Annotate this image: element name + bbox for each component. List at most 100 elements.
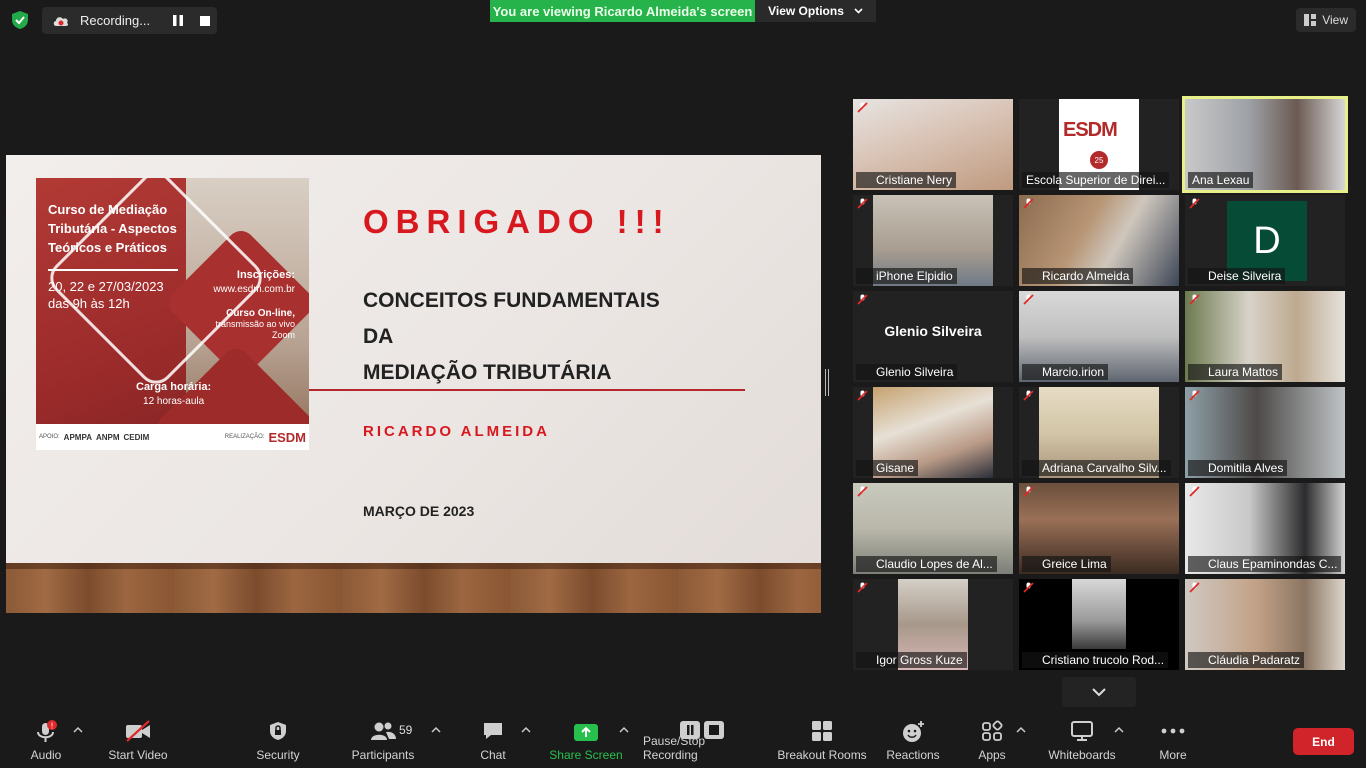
wood-floor-decoration <box>6 563 821 613</box>
participant-name: Igor Gross Kuze <box>856 652 967 668</box>
participant-tile[interactable]: Cristiane Nery <box>853 99 1013 190</box>
muted-mic-icon <box>1023 294 1034 305</box>
breakout-rooms-icon <box>812 721 832 741</box>
participant-tile[interactable]: D Deise Silveira <box>1185 195 1345 286</box>
anniversary-badge: 25 <box>1090 151 1108 169</box>
muted-mic-icon <box>1023 390 1034 401</box>
start-video-label: Start Video <box>108 748 168 762</box>
reactions-button[interactable]: Reactions <box>884 714 942 768</box>
pause-stop-recording-button[interactable]: Pause/Stop Recording <box>643 714 763 768</box>
whiteboards-button[interactable]: Whiteboards <box>1045 714 1119 768</box>
participant-name: Cristiane Nery <box>856 172 957 188</box>
poster-footer: APOIO: APMPA ANPM CEDIM REALIZAÇÃO: ESDM <box>36 424 309 450</box>
participant-tile[interactable]: Greice Lima <box>1019 483 1179 574</box>
shared-screen-slide: Curso de Mediação Tributária - Aspectos … <box>6 155 821 613</box>
participant-name: Cláudia Padaratz <box>1188 652 1305 668</box>
svg-text:!: ! <box>50 722 53 731</box>
participant-name: Laura Mattos <box>1188 364 1283 380</box>
participant-tile[interactable]: Cristiano trucolo Rod... <box>1019 579 1179 670</box>
security-button[interactable]: Security <box>250 714 306 768</box>
participant-tile[interactable]: Domitila Alves <box>1185 387 1345 478</box>
participant-name: Ana Lexau <box>1188 172 1254 188</box>
end-meeting-button[interactable]: End <box>1293 728 1354 755</box>
apps-button[interactable]: Apps <box>973 714 1011 768</box>
participant-tile[interactable]: Claudio Lopes de Al... <box>853 483 1013 574</box>
participant-name: Marcio.irion <box>1022 364 1109 380</box>
participant-tile[interactable]: iPhone Elpidio <box>853 195 1013 286</box>
participant-name: Deise Silveira <box>1188 268 1286 284</box>
participant-tile[interactable]: Cláudia Padaratz <box>1185 579 1345 670</box>
viewing-screen-label: You are viewing Ricardo Almeida's screen <box>490 0 755 22</box>
breakout-rooms-button[interactable]: Breakout Rooms <box>776 714 868 768</box>
participant-name: Glenio Silveira <box>856 364 958 380</box>
participant-name: Gisane <box>856 460 919 476</box>
course-poster: Curso de Mediação Tributária - Aspectos … <box>36 178 309 450</box>
slide-title-line2: DA <box>363 325 394 348</box>
participant-tile[interactable]: Gisane <box>853 387 1013 478</box>
muted-mic-icon <box>1189 294 1200 305</box>
chevron-down-icon <box>1092 688 1106 697</box>
participant-name: Domitila Alves <box>1188 460 1288 476</box>
share-screen-icon <box>574 724 598 741</box>
muted-mic-icon <box>1023 486 1034 497</box>
grid-view-icon <box>1304 14 1317 26</box>
muted-mic-icon <box>857 198 868 209</box>
participant-tile[interactable]: Ricardo Almeida <box>1019 195 1179 286</box>
participant-tile[interactable]: Claus Epaminondas C... <box>1185 483 1345 574</box>
start-video-button[interactable]: Start Video <box>102 714 174 768</box>
view-button[interactable]: View <box>1296 8 1356 32</box>
participant-name: Adriana Carvalho Silv... <box>1022 460 1171 476</box>
whiteboards-options-caret-icon[interactable] <box>1114 726 1124 734</box>
share-screen-button[interactable]: Share Screen <box>548 714 624 768</box>
poster-inscricoes: Inscrições: www.esdm.com.br <box>213 268 295 297</box>
audio-options-caret-icon[interactable] <box>73 726 83 734</box>
participant-tile[interactable]: Glenio Silveira Glenio Silveira <box>853 291 1013 382</box>
slide-heading: OBRIGADO !!! <box>363 203 671 240</box>
muted-mic-icon <box>857 582 868 593</box>
participants-icon <box>371 722 396 740</box>
muted-mic-icon <box>1023 198 1034 209</box>
slide-title-line3: MEDIAÇÃO TRIBUTÁRIA <box>363 361 612 384</box>
poster-dates-text: 20, 22 e 27/03/2023 <box>48 279 164 294</box>
participant-tile[interactable]: Adriana Carvalho Silv... <box>1019 387 1179 478</box>
apps-options-caret-icon[interactable] <box>1016 726 1026 734</box>
view-options-button[interactable]: View Options <box>755 0 876 22</box>
more-button[interactable]: More <box>1154 714 1192 768</box>
esdm-logo: ESDM <box>268 429 306 445</box>
reactions-smiley-icon <box>903 721 924 742</box>
chat-options-caret-icon[interactable] <box>521 726 531 734</box>
gallery-next-page-button[interactable] <box>1062 677 1136 707</box>
muted-mic-icon <box>1189 198 1200 209</box>
share-options-caret-icon[interactable] <box>619 726 629 734</box>
whiteboards-label: Whiteboards <box>1048 748 1116 762</box>
stop-recording-icon[interactable] <box>200 16 210 26</box>
participants-options-caret-icon[interactable] <box>431 726 441 734</box>
muted-mic-icon <box>1189 486 1200 497</box>
muted-mic-icon <box>857 294 868 305</box>
participant-tile[interactable]: ESDM 25 Escola Superior de Direi... <box>1019 99 1179 190</box>
screen-share-banner: You are viewing Ricardo Almeida's screen… <box>490 0 876 22</box>
encryption-shield-icon[interactable] <box>9 9 31 31</box>
recording-indicator: Recording... <box>42 7 217 34</box>
online-detail: transmissão ao vivo <box>215 319 295 329</box>
chevron-down-icon <box>854 8 863 14</box>
poster-divider <box>48 269 178 271</box>
sponsor-logo: ANPM <box>95 432 120 442</box>
poster-dates: 20, 22 e 27/03/2023 das 9h às 12h <box>48 278 164 312</box>
participant-tile[interactable]: Laura Mattos <box>1185 291 1345 382</box>
audio-button[interactable]: ! Audio <box>22 714 70 768</box>
security-shield-icon <box>270 722 286 740</box>
pause-recording-icon[interactable] <box>173 15 183 26</box>
chat-button[interactable]: Chat <box>472 714 514 768</box>
participants-button[interactable]: 59 Participants <box>348 714 418 768</box>
pause-stop-icon <box>680 721 724 739</box>
poster-online: Curso On-line, transmissão ao vivo Zoom <box>215 308 295 341</box>
breakout-rooms-label: Breakout Rooms <box>777 748 867 762</box>
participant-tile-active-speaker[interactable]: Ana Lexau <box>1182 96 1348 193</box>
panel-resize-handle[interactable] <box>825 369 829 396</box>
apoio-label: APOIO: <box>39 434 60 440</box>
participant-tile[interactable]: Marcio.irion <box>1019 291 1179 382</box>
participant-tile[interactable]: Igor Gross Kuze <box>853 579 1013 670</box>
apps-label: Apps <box>978 748 1006 762</box>
participant-name: Escola Superior de Direi... <box>1022 172 1170 188</box>
